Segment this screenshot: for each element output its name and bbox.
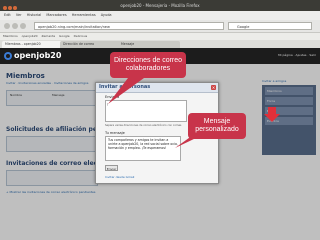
message-field[interactable]: Tus compañeros y amigos te invitan a uni…: [105, 136, 181, 161]
bookmark-item[interactable]: Delicious: [74, 34, 88, 38]
message-label: Tu mensaje: [105, 131, 125, 135]
forward-icon[interactable]: [12, 23, 18, 29]
site-logo-icon: [4, 52, 12, 60]
emails-label: Enviar a: [105, 95, 120, 99]
back-icon[interactable]: [4, 23, 10, 29]
dialog-header: Invitar a personas ×: [96, 83, 218, 93]
bookmark-item[interactable]: Zemanta: [42, 34, 56, 38]
menu-item[interactable]: Marcadores: [46, 13, 66, 17]
tab-email[interactable]: Dirección de correo: [60, 41, 122, 48]
close-icon[interactable]: ×: [211, 85, 216, 90]
site-logo[interactable]: openjob20: [14, 50, 61, 62]
url-bar[interactable]: openjob20.ning.com/main/invitation/new: [34, 22, 224, 30]
menu-item[interactable]: Historial: [27, 13, 41, 17]
annotation-callout: Mensaje personalizado: [188, 113, 246, 139]
navigation-bar: openjob20.ning.com/main/invitation/new G…: [0, 20, 320, 33]
menu-item[interactable]: Herramientas: [72, 13, 96, 17]
menu-item[interactable]: Ayuda: [101, 13, 112, 17]
menu-item[interactable]: Ver: [16, 13, 22, 17]
bookmark-item[interactable]: Miembros: [3, 34, 18, 38]
bookmark-item[interactable]: Google: [59, 34, 70, 38]
menu-item[interactable]: Edit: [4, 13, 11, 17]
gmail-invite-link[interactable]: Invitar desde Gmail: [105, 175, 134, 179]
tab-members[interactable]: Miembros - openjob20: [2, 41, 64, 48]
bookmarks-bar: Miembros openjob20 Zemanta Google Delici…: [0, 33, 320, 40]
user-links[interactable]: Mi página · Ajustes · Salir: [278, 53, 316, 57]
reload-icon[interactable]: [20, 23, 26, 29]
tab-strip: Miembros - openjob20 Dirección de correo…: [0, 40, 320, 48]
emails-field[interactable]: |: [105, 100, 187, 122]
tab-message[interactable]: Mensaje: [118, 41, 180, 48]
send-button[interactable]: Enviar: [105, 165, 118, 171]
window-titlebar: openjob20 - Mensajeria - Mozilla Firefox: [0, 0, 320, 11]
dialog-title: Invitar a personas: [99, 84, 151, 90]
menu-bar: Edit Ver Historial Marcadores Herramient…: [0, 11, 320, 20]
window-title: openjob20 - Mensajeria - Mozilla Firefox: [120, 3, 200, 8]
search-input[interactable]: Google: [228, 22, 312, 30]
bookmark-item[interactable]: openjob20: [22, 34, 38, 38]
annotation-callout: Direcciones de correo colaboradores: [110, 52, 186, 78]
